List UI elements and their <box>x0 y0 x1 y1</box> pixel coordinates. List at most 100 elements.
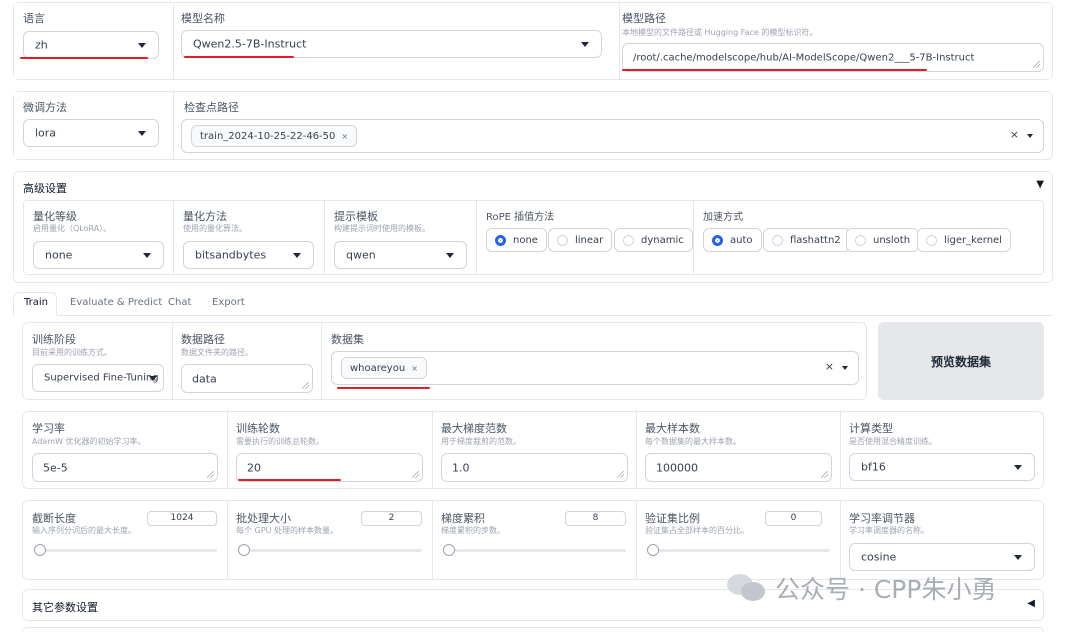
resize-handle-icon[interactable] <box>302 382 309 389</box>
checkpoint-chip[interactable]: train_2024-10-25-22-46-50 × <box>191 125 358 147</box>
dataset-chip[interactable]: whoareyou × <box>341 357 427 379</box>
clear-icon[interactable]: × <box>825 360 834 373</box>
tab-bar-line <box>13 315 1053 316</box>
booster-option-auto[interactable]: auto <box>703 228 762 252</box>
resize-handle-icon[interactable] <box>617 471 624 478</box>
model-name-value: Qwen2.5-7B-Instruct <box>193 37 307 51</box>
dataset-select[interactable]: whoareyou × × <box>331 351 859 385</box>
booster-option-liger-kernel[interactable]: liger_kernel <box>917 228 1011 252</box>
lr-desc: AdamW 优化器的初始学习率。 <box>32 437 146 446</box>
dataset-dir-input[interactable]: data <box>181 364 313 393</box>
grad-accum-desc: 梯度累积的步数。 <box>441 526 505 535</box>
chevron-down-icon <box>1014 555 1022 560</box>
hparam-scheduler: 学习率调节器 学习率调度器的名称。 cosine <box>841 501 1043 579</box>
rope-option-none[interactable]: none <box>486 228 547 252</box>
quant-bit-select[interactable]: none <box>33 241 164 269</box>
rope-option-dynamic[interactable]: dynamic <box>614 228 693 252</box>
grad-accum-slider-handle[interactable] <box>443 544 455 556</box>
divider <box>321 323 322 399</box>
batch-size-number[interactable]: 2 <box>361 511 422 526</box>
preview-dataset-button[interactable]: 预览数据集 <box>878 322 1044 400</box>
hparam-compute-type: 计算类型 是否使用混合精度训练。 bf16 <box>841 412 1043 488</box>
lr-value: 5e-5 <box>43 461 68 474</box>
tab-train-label[interactable]: Train <box>24 297 48 308</box>
max-samples-input[interactable]: 100000 <box>645 453 832 482</box>
collapse-toggle-icon[interactable]: ▼ <box>1036 179 1044 190</box>
max-grad-norm-input[interactable]: 1.0 <box>441 453 628 482</box>
hparam-val-size: 验证集比例 验证集占全部样本的百分比。 0 <box>637 501 840 579</box>
cutoff-len-slider[interactable] <box>35 549 217 552</box>
quant-method-select[interactable]: bitsandbytes <box>183 241 314 269</box>
resize-handle-icon[interactable] <box>821 471 828 478</box>
booster-option-label: liger_kernel <box>944 234 1002 246</box>
booster-option-flashattn2[interactable]: flashattn2 <box>763 228 850 252</box>
rope-option-linear[interactable]: linear <box>548 228 613 252</box>
lr-input[interactable]: 5e-5 <box>32 453 218 482</box>
checkpoint-select[interactable]: train_2024-10-25-22-46-50 × × <box>181 119 1044 153</box>
stage-desc: 目前采用的训练方式。 <box>32 348 112 357</box>
booster-option-label: unsloth <box>873 234 911 246</box>
remove-icon[interactable]: × <box>341 132 348 141</box>
scheduler-select[interactable]: cosine <box>849 543 1035 571</box>
scheduler-desc: 学习率调度器的名称。 <box>849 526 929 535</box>
chevron-down-icon[interactable] <box>842 366 848 370</box>
annotation-underline <box>622 69 927 71</box>
val-size-number[interactable]: 0 <box>765 511 822 526</box>
epochs-label: 训练轮数 <box>236 422 280 435</box>
epochs-input[interactable]: 20 <box>236 453 423 482</box>
resize-handle-icon[interactable] <box>412 471 419 478</box>
finetune-row-panel: 微调方法 lora 检查点路径 train_2024-10-25-22-46-5… <box>13 91 1053 160</box>
tab-chat[interactable]: Chat <box>168 297 191 308</box>
preview-dataset-label: 预览数据集 <box>930 354 991 369</box>
divider <box>476 201 477 274</box>
radio-selected-icon <box>495 234 506 246</box>
grad-accum-slider[interactable] <box>443 549 626 552</box>
val-size-slider[interactable] <box>647 549 830 552</box>
expand-toggle-icon[interactable]: ◀ <box>1027 598 1035 609</box>
grad-accum-number[interactable]: 8 <box>565 511 626 526</box>
booster-option-unsloth[interactable]: unsloth <box>846 228 920 252</box>
hparam-batch-size: 批处理大小 每个 GPU 处理的样本数量。 2 <box>228 501 432 579</box>
lr-label: 学习率 <box>32 422 65 435</box>
lang-cell: 语言 zh <box>14 3 174 79</box>
rope-option-label: dynamic <box>641 234 684 246</box>
clear-icon[interactable]: × <box>1010 128 1019 141</box>
annotation-underline <box>20 57 148 59</box>
quant-bit-desc: 启用量化（QLoRA）。 <box>33 224 112 233</box>
chevron-down-icon <box>138 43 146 48</box>
remove-icon[interactable]: × <box>411 364 418 373</box>
tab-export[interactable]: Export <box>212 297 245 308</box>
model-path-label: 模型路径 <box>622 12 666 25</box>
model-path-input[interactable]: /root/.cache/modelscope/hub/AI-ModelScop… <box>622 43 1044 72</box>
batch-size-slider-handle[interactable] <box>238 544 250 556</box>
cutoff-len-number[interactable]: 1024 <box>147 511 217 526</box>
advanced-settings-title[interactable]: 高级设置 <box>23 180 67 196</box>
template-select[interactable]: qwen <box>334 241 467 269</box>
annotation-underline <box>337 387 430 389</box>
max-samples-desc: 每个数据集的最大样本数。 <box>645 437 741 446</box>
divider <box>324 201 325 274</box>
chevron-down-icon <box>138 131 146 136</box>
lang-select[interactable]: zh <box>23 31 159 59</box>
train-data-panel: 训练阶段 目前采用的训练方式。 Supervised Fine-Tuning 数… <box>22 322 867 400</box>
finetune-method-select[interactable]: lora <box>23 119 159 147</box>
chevron-down-icon[interactable] <box>1027 134 1033 138</box>
model-path-cell: 模型路径 本地模型的文件路径或 Hugging Face 的模型标识符。 /ro… <box>620 3 1052 79</box>
radio-selected-icon <box>712 234 723 246</box>
model-name-select[interactable]: Qwen2.5-7B-Instruct <box>181 30 602 58</box>
val-size-slider-handle[interactable] <box>647 544 659 556</box>
resize-handle-icon[interactable] <box>1033 61 1040 68</box>
cutoff-len-slider-handle[interactable] <box>34 544 46 556</box>
finetune-method-value: lora <box>35 126 57 140</box>
compute-type-select[interactable]: bf16 <box>849 453 1035 481</box>
scheduler-value: cosine <box>861 550 897 564</box>
tab-evaluate-predict[interactable]: Evaluate & Predict <box>70 297 162 308</box>
stage-label: 训练阶段 <box>32 333 76 346</box>
train-batch-panel: 截断长度 输入序列分词后的最大长度。 1024 批处理大小 每个 GPU 处理的… <box>22 500 1044 580</box>
stage-select[interactable]: Supervised Fine-Tuning <box>32 364 164 392</box>
batch-size-slider[interactable] <box>238 549 422 552</box>
divider <box>172 323 173 399</box>
dataset-chip-label: whoareyou <box>350 362 406 374</box>
resize-handle-icon[interactable] <box>207 471 214 478</box>
extra-settings-title[interactable]: 其它参数设置 <box>32 599 98 615</box>
